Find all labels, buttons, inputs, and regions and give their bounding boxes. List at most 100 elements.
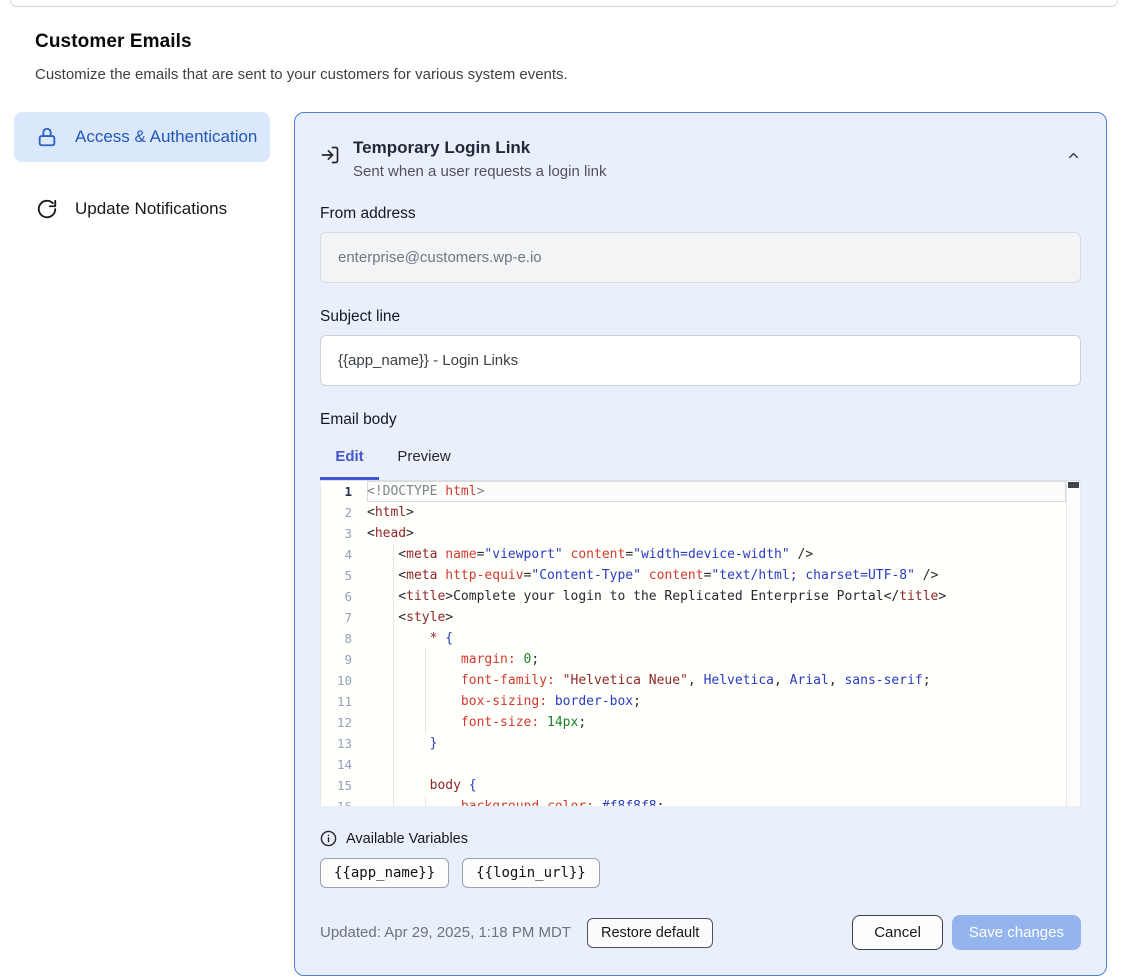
line-number: 14 <box>321 754 367 775</box>
content-area: Access & Authentication Update Notificat… <box>14 112 1107 976</box>
line-number: 15 <box>321 775 367 796</box>
line-number: 12 <box>321 712 367 733</box>
line-number: 16 <box>321 796 367 806</box>
line-number: 3 <box>321 523 367 544</box>
variable-chip-login-url[interactable]: {{login_url}} <box>462 858 600 888</box>
line-content: margin: 0; <box>367 649 1066 670</box>
page-header: Customer Emails Customize the emails tha… <box>35 31 1093 83</box>
code-line[interactable]: 4 <meta name="viewport" content="width=d… <box>321 544 1066 565</box>
indent-guide <box>393 628 394 649</box>
panel-header: Temporary Login Link Sent when a user re… <box>320 138 1081 180</box>
line-content: background-color: #f8f8f8; <box>367 796 1066 806</box>
info-icon <box>320 830 337 847</box>
code-lines: 1<!DOCTYPE html>2<html>3<head>4 <meta na… <box>321 481 1066 806</box>
indent-guide <box>393 754 394 775</box>
indent-guide <box>425 670 426 691</box>
indent-guide <box>393 649 394 670</box>
updated-timestamp: Updated: Apr 29, 2025, 1:18 PM MDT <box>320 924 571 941</box>
line-content: box-sizing: border-box; <box>367 691 1066 712</box>
available-variables-header: Available Variables <box>320 830 1081 847</box>
code-line[interactable]: 14 <box>321 754 1066 775</box>
sidebar: Access & Authentication Update Notificat… <box>14 112 270 234</box>
panel-titles: Temporary Login Link Sent when a user re… <box>353 138 606 180</box>
page-title: Customer Emails <box>35 31 1093 53</box>
code-line[interactable]: 6 <title>Complete your login to the Repl… <box>321 586 1066 607</box>
line-content: <style> <box>367 607 1066 628</box>
indent-guide <box>393 775 394 796</box>
subject-line-input[interactable] <box>320 335 1081 386</box>
indent-guide <box>393 691 394 712</box>
line-content: <html> <box>367 502 1066 523</box>
indent-guide <box>393 586 394 607</box>
indent-guide <box>425 691 426 712</box>
code-line[interactable]: 5 <meta http-equiv="Content-Type" conten… <box>321 565 1066 586</box>
line-number: 10 <box>321 670 367 691</box>
code-line[interactable]: 9 margin: 0; <box>321 649 1066 670</box>
code-line[interactable]: 7 <style> <box>321 607 1066 628</box>
line-content: } <box>367 733 1066 754</box>
line-number: 6 <box>321 586 367 607</box>
line-content: font-size: 14px; <box>367 712 1066 733</box>
indent-guide <box>425 796 426 806</box>
line-content: <title>Complete your login to the Replic… <box>367 586 1066 607</box>
line-number: 13 <box>321 733 367 754</box>
cancel-button[interactable]: Cancel <box>852 915 943 950</box>
lock-icon <box>36 126 58 148</box>
line-number: 9 <box>321 649 367 670</box>
panel-subtitle: Sent when a user requests a login link <box>353 163 606 180</box>
code-line[interactable]: 13 } <box>321 733 1066 754</box>
code-line[interactable]: 10 font-family: "Helvetica Neue", Helvet… <box>321 670 1066 691</box>
line-number: 11 <box>321 691 367 712</box>
code-line[interactable]: 16 background-color: #f8f8f8; <box>321 796 1066 806</box>
code-line[interactable]: 15 body { <box>321 775 1066 796</box>
code-editor[interactable]: 1<!DOCTYPE html>2<html>3<head>4 <meta na… <box>320 480 1081 806</box>
previous-card-bottom-edge <box>10 0 1118 7</box>
line-content: body { <box>367 775 1066 796</box>
editor-scrollbar-thumb[interactable] <box>1068 482 1079 488</box>
line-number: 1 <box>321 481 367 502</box>
line-content: font-family: "Helvetica Neue", Helvetica… <box>367 670 1066 691</box>
line-number: 7 <box>321 607 367 628</box>
indent-guide <box>393 544 394 565</box>
indent-guide <box>393 712 394 733</box>
panel-footer: Updated: Apr 29, 2025, 1:18 PM MDT Resto… <box>320 915 1081 950</box>
restore-default-button[interactable]: Restore default <box>587 918 713 948</box>
editor-scrollbar[interactable] <box>1066 481 1080 806</box>
line-number: 5 <box>321 565 367 586</box>
subject-line-label: Subject line <box>320 308 1081 326</box>
log-in-icon <box>320 145 340 165</box>
from-address-label: From address <box>320 205 1081 223</box>
line-content: * { <box>367 628 1066 649</box>
code-line[interactable]: 8 * { <box>321 628 1066 649</box>
temporary-login-link-panel: Temporary Login Link Sent when a user re… <box>294 112 1107 976</box>
line-content: <!DOCTYPE html> <box>367 481 1066 502</box>
from-address-input[interactable] <box>320 232 1081 283</box>
indent-guide <box>393 670 394 691</box>
line-number: 2 <box>321 502 367 523</box>
tab-preview[interactable]: Preview <box>379 438 469 480</box>
sidebar-item-access-authentication[interactable]: Access & Authentication <box>14 112 270 162</box>
line-content: <meta name="viewport" content="width=dev… <box>367 544 1066 565</box>
indent-guide <box>393 796 394 806</box>
indent-guide <box>393 607 394 628</box>
panel-title: Temporary Login Link <box>353 138 606 158</box>
indent-guide <box>393 733 394 754</box>
sidebar-item-update-notifications[interactable]: Update Notifications <box>14 184 270 234</box>
page-description: Customize the emails that are sent to yo… <box>35 66 1093 83</box>
code-line[interactable]: 3<head> <box>321 523 1066 544</box>
indent-guide <box>425 649 426 670</box>
variable-chip-app-name[interactable]: {{app_name}} <box>320 858 449 888</box>
indent-guide <box>425 712 426 733</box>
chevron-up-icon[interactable] <box>1066 148 1081 163</box>
save-changes-button[interactable]: Save changes <box>952 915 1081 950</box>
code-line[interactable]: 1<!DOCTYPE html> <box>321 481 1066 502</box>
code-line[interactable]: 12 font-size: 14px; <box>321 712 1066 733</box>
line-content: <head> <box>367 523 1066 544</box>
code-line[interactable]: 11 box-sizing: border-box; <box>321 691 1066 712</box>
sidebar-item-label: Access & Authentication <box>75 127 257 147</box>
available-variables-label: Available Variables <box>346 831 468 847</box>
email-body-label: Email body <box>320 411 1081 429</box>
code-line[interactable]: 2<html> <box>321 502 1066 523</box>
line-content <box>367 754 1066 775</box>
tab-edit[interactable]: Edit <box>320 438 379 480</box>
